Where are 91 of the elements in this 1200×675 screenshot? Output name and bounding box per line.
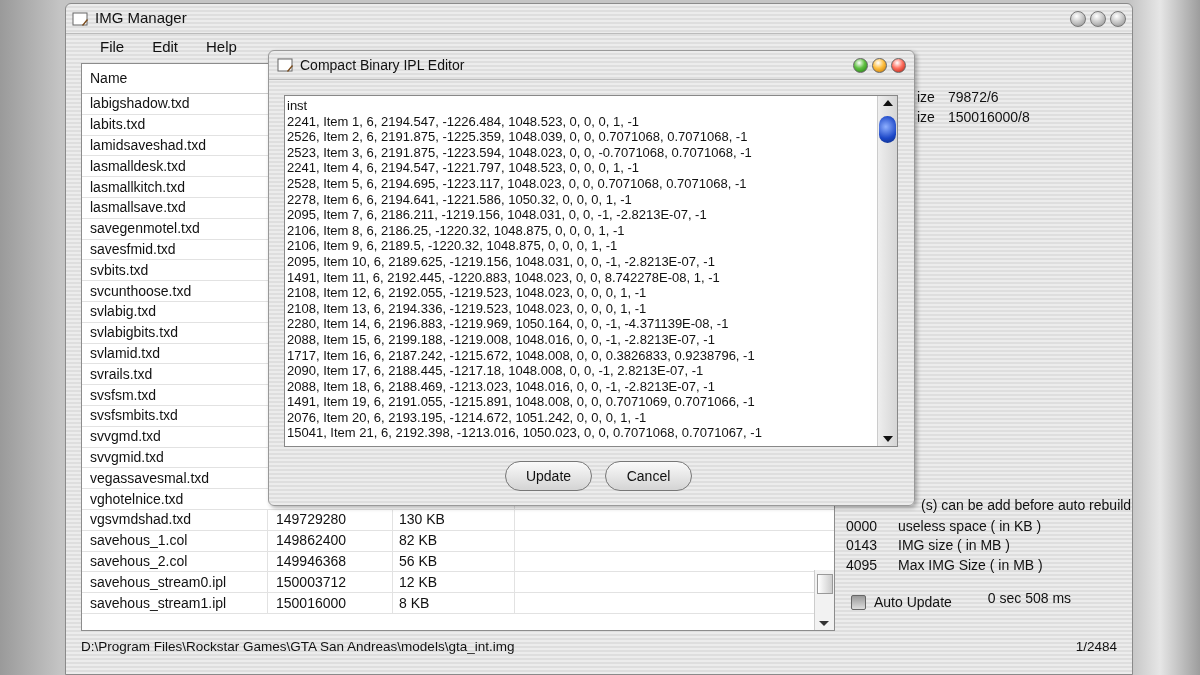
window-control-button[interactable]	[853, 57, 868, 73]
text-line: 1491, Item 11, 6, 2192.445, -1220.883, 1048.023, 0, 0, 8.742278E-08, 1, -1	[287, 269, 721, 286]
text-line: 2088, Item 18, 6, 2188.469, -1213.023, 1048.016, 0, 0, -1, -2.8213E-07, -1	[287, 378, 716, 395]
table-cell-text: savehous_1.col	[89, 531, 189, 551]
size-value: 79872/6	[948, 88, 999, 107]
checkbox[interactable]	[851, 595, 866, 610]
stat-value: 4095	[846, 555, 879, 574]
stat-label: Max IMG Size ( in MB )	[898, 555, 1043, 574]
table-cell-text: savehous_stream1.ipl	[89, 593, 228, 613]
text-line: 2241, Item 4, 6, 2194.547, -1221.797, 1048.523, 0, 0, 0, 1, -1	[287, 160, 640, 176]
table-cell-text: svcunthoose.txd	[89, 281, 193, 301]
text-line: 2095, Item 10, 6, 2189.625, -1219.156, 1048.031, 0, 0, -1, -2.8213E-07, -1	[287, 253, 716, 270]
stat-label: IMG size ( in MB )	[898, 536, 1010, 555]
file-path: D:\Program Files\Rockstar Games\GTA San Andreas\models\gta_int.img	[81, 638, 515, 656]
table-cell-text: svlamid.txd	[89, 343, 162, 363]
table-cell-text: svlabigbits.txd	[89, 323, 179, 343]
menu-item[interactable]: Help	[192, 36, 251, 59]
table-cell-text: lamidsaveshad.txd	[89, 136, 207, 155]
table-cell-text: lasmalldesk.txd	[89, 156, 187, 176]
text-line: inst	[287, 98, 309, 114]
text-line: 2523, Item 3, 6, 2191.875, -1223.594, 1048.023, 0, 0, -0.7071068, 0.7071068, -1	[287, 144, 753, 161]
window-control-button[interactable]	[1110, 10, 1126, 27]
table-cell: 130 KB	[392, 509, 514, 531]
update-button[interactable]: Update	[505, 461, 592, 491]
size-value: 150016000/8	[948, 108, 1030, 127]
window-title: IMG Manager	[95, 8, 187, 29]
table-cell-text: svbits.txd	[89, 260, 150, 280]
window-control-button[interactable]	[1070, 10, 1086, 27]
table-cell-text: labits.txd	[89, 115, 147, 135]
timing-text: 0 sec 508 ms	[987, 589, 1072, 608]
stat-value: 0143	[846, 536, 879, 555]
checkbox-label[interactable]: Auto Update	[874, 592, 952, 613]
cancel-button[interactable]: Cancel	[605, 461, 692, 491]
text-line: 2526, Item 2, 6, 2191.875, -1225.359, 1048.039, 0, 0, 0.7071068, 0.7071068, -1	[287, 129, 749, 145]
item-count: 1/2484	[1075, 638, 1117, 656]
table-cell: 149729280	[267, 509, 392, 531]
dialog-title: Compact Binary IPL Editor	[300, 55, 465, 75]
table-cell: 150016000	[267, 592, 392, 614]
scrollbar[interactable]	[877, 96, 897, 446]
table-cell-text: vegassavesmal.txd	[89, 468, 211, 488]
text-line: 2280, Item 14, 6, 2196.883, -1219.969, 1050.164, 0, 0, -1, -4.371139E-08, -1	[287, 316, 730, 332]
document-icon	[277, 57, 295, 73]
window-control-button[interactable]	[891, 57, 906, 73]
text-line: 2108, Item 13, 6, 2194.336, -1219.523, 1048.023, 0, 0, 0, 1, -1	[287, 300, 648, 317]
table-cell-text: savesfmid.txd	[89, 240, 177, 259]
column-header[interactable]: Name	[82, 68, 267, 89]
table-cell-text: svsfsmbits.txd	[89, 406, 179, 426]
text-line: 2076, Item 20, 6, 2193.195, -1214.672, 1051.242, 0, 0, 0, 1, -1	[287, 409, 648, 426]
text-line: 2241, Item 1, 6, 2194.547, -1226.484, 1048.523, 0, 0, 0, 1, -1	[287, 113, 640, 130]
table-cell-text: svvgmd.txd	[89, 427, 162, 447]
table-cell-text: vghotelnice.txd	[89, 489, 185, 509]
text-line: 2106, Item 8, 6, 2186.25, -1220.32, 1048.875, 0, 0, 0, 1, -1	[287, 222, 626, 239]
stat-value: 0000	[846, 516, 879, 535]
text-line: 2106, Item 9, 6, 2189.5, -1220.32, 1048.875, 0, 0, 0, 1, -1	[287, 238, 619, 254]
table-cell-text: svvgmid.txd	[89, 447, 165, 467]
text-line: 2095, Item 7, 6, 2186.211, -1219.156, 1048.031, 0, 0, -1, -2.8213E-07, -1	[287, 207, 708, 223]
table-cell: 149862400	[267, 530, 392, 552]
size-label: ize	[917, 88, 936, 107]
table-cell: 150003712	[267, 571, 392, 593]
table-cell: 8 KB	[392, 592, 514, 614]
table-cell-text: lasmallkitch.txd	[89, 177, 186, 197]
table-cell: 82 KB	[392, 530, 514, 552]
text-line: 2108, Item 12, 6, 2192.055, -1219.523, 1048.023, 0, 0, 0, 1, -1	[287, 285, 648, 301]
table-cell-text: savehous_2.col	[89, 551, 189, 571]
table-cell-text: svlabig.txd	[89, 302, 158, 322]
text-line: 2090, Item 17, 6, 2188.445, -1217.18, 1048.008, 0, 0, -1, 2.8213E-07, -1	[287, 363, 705, 379]
table-cell-text: vgsvmdshad.txd	[89, 510, 193, 530]
menu-item[interactable]: File	[86, 36, 139, 59]
rebuild-note: (s) can be add before auto rebuild	[920, 495, 1132, 515]
text-line: 2528, Item 5, 6, 2194.695, -1223.117, 1048.023, 0, 0, 0.7071068, 0.7071068, -1	[287, 175, 748, 192]
table-cell: 149946368	[267, 550, 392, 572]
text-line: 2088, Item 15, 6, 2199.188, -1219.008, 1048.016, 0, 0, -1, -2.8213E-07, -1	[287, 331, 716, 348]
table-cell-text: svrails.txd	[89, 364, 154, 384]
text-line: 1491, Item 19, 6, 2191.055, -1215.891, 1048.008, 0, 0, 0.7071069, 0.7071066, -1	[287, 394, 756, 410]
size-label: ize	[917, 108, 936, 127]
scrollbar[interactable]	[814, 570, 834, 630]
table-cell-text: svsfsm.txd	[89, 385, 158, 405]
table-cell: 56 KB	[392, 550, 514, 572]
text-line: 1717, Item 16, 6, 2187.242, -1215.672, 1048.008, 0, 0, 0.3826833, 0.9238796, -1	[287, 347, 756, 364]
document-icon	[72, 10, 90, 27]
window-control-button[interactable]	[1090, 10, 1106, 27]
stat-label: useless space ( in KB )	[898, 516, 1042, 535]
table-cell-text: savegenmotel.txd	[89, 219, 201, 239]
table-cell-text: lasmallsave.txd	[89, 198, 187, 218]
text-line: 2278, Item 6, 6, 2194.641, -1221.586, 1050.32, 0, 0, 0, 1, -1	[287, 191, 633, 208]
menu-item[interactable]: Edit	[138, 36, 193, 59]
table-cell: 12 KB	[392, 571, 514, 593]
table-cell-text: savehous_stream0.ipl	[89, 572, 228, 592]
table-cell-text: labigshadow.txd	[89, 94, 191, 114]
window-control-button[interactable]	[872, 57, 887, 73]
text-line: 15041, Item 21, 6, 2192.398, -1213.016, 1050.023, 0, 0, 0.7071068, 0.7071067, -1	[287, 425, 763, 442]
